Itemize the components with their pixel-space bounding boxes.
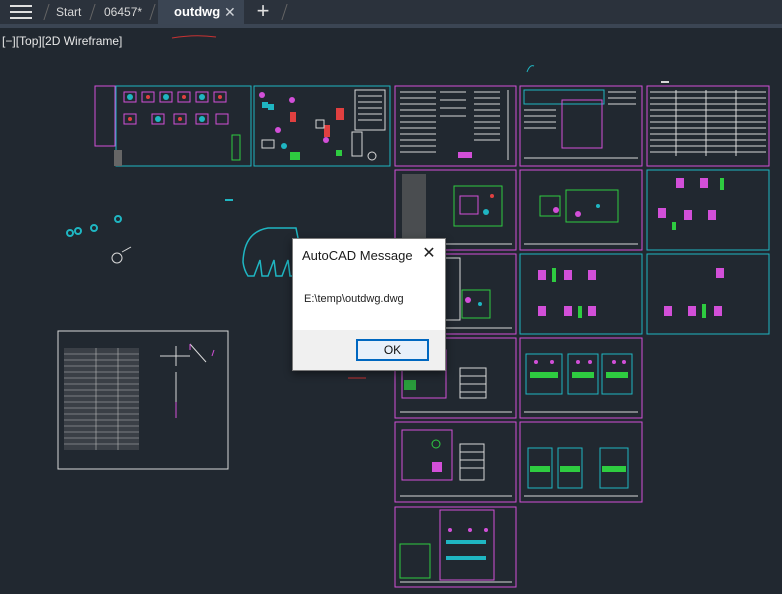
sheet-schedule bbox=[519, 85, 643, 167]
sheet-plan-3 bbox=[519, 169, 643, 251]
dialog-title: AutoCAD Message bbox=[302, 248, 413, 263]
ok-button[interactable]: OK bbox=[356, 339, 429, 361]
stray-mark bbox=[661, 81, 669, 83]
sheet-table bbox=[646, 85, 770, 167]
sheet-elevation-2 bbox=[519, 421, 643, 503]
dialog-footer: OK bbox=[293, 330, 445, 370]
stray-line bbox=[171, 35, 217, 39]
circle-symbol bbox=[111, 252, 123, 264]
sheet-detail-2 bbox=[519, 253, 643, 335]
dialog-body: E:\temp\outdwg.dwg bbox=[293, 269, 445, 330]
sheet-plan-7 bbox=[394, 506, 517, 588]
autocad-message-dialog: AutoCAD Message ✕ E:\temp\outdwg.dwg OK bbox=[292, 238, 446, 371]
dialog-message: E:\temp\outdwg.dwg bbox=[304, 293, 404, 305]
viewport-controls: [−][Top][2D Wireframe] bbox=[2, 34, 122, 48]
stray-line bbox=[526, 65, 535, 73]
view-control[interactable]: [Top] bbox=[16, 34, 42, 48]
sheet-notes-1 bbox=[394, 85, 517, 167]
sheet-detail-3 bbox=[646, 253, 770, 335]
sheet-elevation-1 bbox=[519, 337, 643, 419]
cyan-symbols bbox=[66, 199, 233, 237]
sheet-furniture-plan bbox=[94, 85, 252, 167]
dialog-close-icon[interactable]: ✕ bbox=[419, 243, 439, 265]
sheet-detail-1 bbox=[646, 169, 770, 251]
sheet-index-table bbox=[57, 330, 229, 470]
sheet-plan-6 bbox=[394, 421, 517, 503]
stray-line bbox=[121, 246, 132, 253]
sheet-symbols-legend bbox=[253, 85, 391, 167]
viewport-minus-control[interactable]: [−] bbox=[2, 34, 16, 48]
visual-style-control[interactable]: [2D Wireframe] bbox=[42, 34, 123, 48]
